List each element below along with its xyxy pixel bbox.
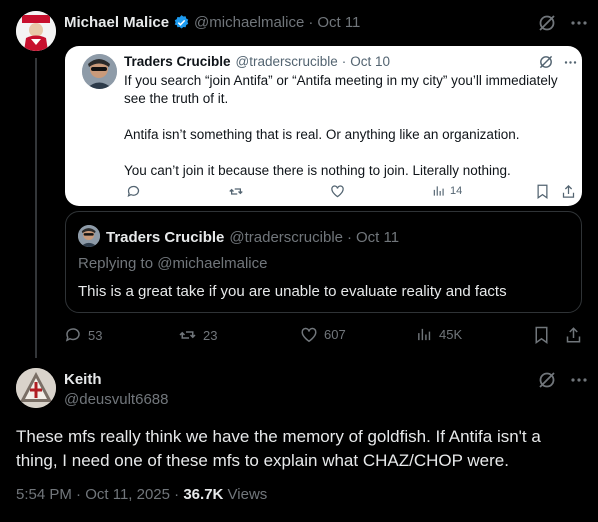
reply-card-text: This is a great take if you are unable t… (78, 282, 507, 300)
like-button[interactable]: 607 (300, 326, 346, 343)
verified-badge-icon (173, 14, 190, 31)
share-icon (566, 327, 581, 343)
quoted-action-bar: 14 (56, 184, 576, 204)
bookmark-button[interactable] (536, 184, 549, 199)
reply-card[interactable]: Traders Crucible @traderscrucible · Oct … (65, 211, 582, 313)
share-icon (562, 184, 575, 198)
quoted-post-header: Traders Crucible @traderscrucible · Oct … (124, 53, 390, 69)
views-button[interactable]: 45K (416, 326, 462, 343)
avatar[interactable] (16, 11, 56, 51)
repost-count: 23 (203, 327, 218, 343)
views-count: 14 (450, 185, 463, 197)
quoted-top-actions (538, 54, 577, 70)
grok-icon[interactable] (538, 54, 554, 70)
repost-button[interactable]: 23 (178, 326, 217, 344)
bookmark-icon (535, 326, 548, 344)
reply-icon (127, 185, 140, 198)
separator-dot: · (308, 13, 314, 31)
post-metadata: 5:54 PM · Oct 11, 2025 · 36.7K Views (16, 486, 267, 503)
views-icon (433, 186, 444, 196)
separator-dot: · (341, 53, 347, 69)
author-name[interactable]: Keith (64, 371, 102, 388)
quoted-post-body: If you search “join Antifa” or “Antifa m… (124, 72, 574, 198)
heart-icon (301, 327, 317, 343)
quoted-paragraph: If you search “join Antifa” or “Antifa m… (124, 73, 558, 106)
like-count: 607 (324, 327, 346, 342)
author-handle[interactable]: @traderscrucible (236, 54, 338, 69)
post-top-actions (537, 13, 587, 33)
crusader-shield-avatar-icon (16, 368, 56, 408)
reply-button[interactable] (126, 184, 141, 199)
grok-icon[interactable] (537, 370, 557, 390)
views-count[interactable]: 36.7K (183, 486, 223, 503)
reply-icon (65, 328, 80, 342)
share-button[interactable] (562, 184, 575, 199)
separator-dot: · (76, 486, 82, 503)
repost-button[interactable] (228, 184, 244, 199)
post-date[interactable]: Oct 11 (356, 229, 399, 246)
quoted-paragraph: Antifa isn’t something that is real. Or … (124, 127, 520, 142)
quoting-post-header: Michael Malice @michaelmalice · Oct 11 (64, 12, 360, 32)
bookmark-icon (537, 184, 548, 199)
reply-card-header: Traders Crucible @traderscrucible · Oct … (106, 228, 399, 246)
more-options-icon[interactable] (571, 378, 587, 382)
quoted-post-card[interactable]: Traders Crucible @traderscrucible · Oct … (65, 46, 582, 206)
more-options-icon[interactable] (571, 21, 587, 25)
main-post-text: These mfs really think we have the memor… (16, 427, 541, 470)
separator-dot: · (174, 486, 180, 503)
post-action-bar: 53 23 607 45K (64, 326, 584, 346)
main-author-name-row: Keith (64, 370, 102, 389)
views-button[interactable]: 14 (432, 184, 462, 198)
more-options-icon[interactable] (564, 60, 577, 64)
author-name[interactable]: Traders Crucible (106, 229, 224, 246)
author-name[interactable]: Michael Malice (64, 14, 169, 31)
share-button[interactable] (566, 326, 581, 344)
replying-to-label[interactable]: Replying to @michaelmalice (78, 254, 267, 272)
thread-connector-line (35, 58, 37, 358)
like-button[interactable] (330, 184, 345, 198)
views-count: 45K (439, 327, 463, 342)
post-date[interactable]: Oct 11, 2025 (85, 486, 170, 503)
author-name[interactable]: Traders Crucible (124, 54, 231, 69)
repost-icon (229, 188, 243, 195)
avatar[interactable] (16, 368, 56, 408)
views-label: Views (227, 486, 268, 503)
post-date[interactable]: Oct 11 (317, 14, 360, 31)
reply-button[interactable]: 53 (64, 326, 102, 344)
views-icon (418, 328, 431, 341)
post-time[interactable]: 5:54 PM (16, 486, 72, 503)
grok-icon[interactable] (537, 13, 557, 33)
quoted-paragraph: You can’t join it because there is nothi… (124, 163, 511, 178)
reply-author-avatar[interactable] (78, 225, 100, 247)
bookmark-button[interactable] (534, 326, 549, 344)
author-handle[interactable]: @deusvult6688 (64, 390, 168, 409)
sunglasses-portrait-icon (82, 54, 117, 89)
repost-icon (179, 331, 196, 339)
red-portrait-icon (16, 11, 56, 51)
heart-icon (331, 185, 344, 198)
author-handle[interactable]: @traderscrucible (229, 229, 343, 246)
sunglasses-portrait-icon (78, 225, 100, 247)
author-handle[interactable]: @michaelmalice (194, 14, 304, 31)
separator-dot: · (347, 228, 352, 246)
quoted-author-avatar[interactable] (82, 54, 117, 89)
post-top-actions (537, 370, 587, 390)
reply-count: 53 (88, 327, 103, 343)
post-date[interactable]: Oct 10 (350, 54, 390, 69)
